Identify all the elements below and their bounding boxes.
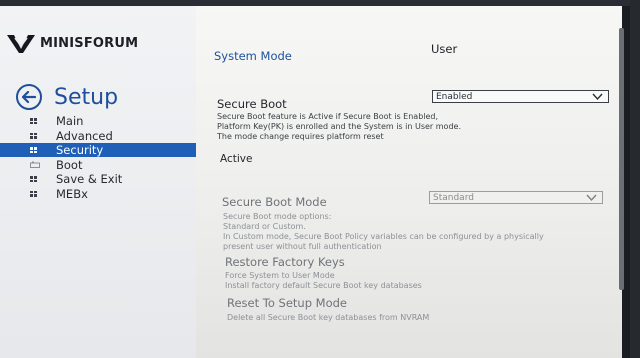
secure-boot-label: Secure Boot (217, 97, 287, 111)
arrow-left-icon (22, 91, 36, 103)
sidebar: MINISFORUM Setup Main Advanced Security (0, 6, 196, 358)
secure-boot-status: Active (220, 153, 253, 165)
brand-logo: MINISFORUM (6, 32, 138, 54)
nav-item-security[interactable]: Security (0, 143, 196, 157)
system-mode-value: User (431, 42, 458, 56)
help-line: Standard or Custom. (223, 222, 306, 231)
reset-to-setup-mode-help: Delete all Secure Boot key databases fro… (227, 313, 429, 323)
help-line: Secure Boot feature is Active if Secure … (217, 112, 439, 121)
help-line: The mode change requires platform reset (217, 132, 384, 141)
nav-label: Advanced (56, 128, 113, 143)
restore-factory-keys-item[interactable]: Restore Factory Keys (225, 255, 345, 269)
restore-factory-keys-help: Force System to User Mode Install factor… (225, 271, 422, 291)
grid-icon (30, 190, 37, 197)
help-line: present user without full authentication (223, 242, 382, 251)
nav-item-mebx[interactable]: MEBx (0, 187, 196, 201)
chevron-down-icon (592, 93, 603, 101)
boot-icon (30, 161, 40, 168)
nav-label: MEBx (56, 186, 88, 201)
scrollbar[interactable] (619, 28, 624, 290)
help-line: In Custom mode, Secure Boot Policy varia… (223, 232, 544, 241)
chevron-down-icon (586, 194, 597, 202)
setup-title: Setup (54, 84, 119, 110)
reset-to-setup-mode-item[interactable]: Reset To Setup Mode (227, 296, 347, 310)
nav-menu: Main Advanced Security Boot Save & Exit (0, 114, 196, 201)
secure-boot-select[interactable]: Enabled (432, 90, 609, 103)
secure-boot-mode-value: Standard (433, 192, 474, 203)
grid-icon (30, 118, 37, 124)
nav-item-boot[interactable]: Boot (0, 158, 196, 172)
nav-label: Main (56, 114, 84, 128)
grid-icon (30, 147, 37, 153)
grid-icon (30, 176, 37, 182)
nav-label: Security (56, 143, 104, 157)
help-line: Platform Key(PK) is enrolled and the Sys… (217, 122, 461, 131)
nav-item-advanced[interactable]: Advanced (0, 129, 196, 143)
nav-item-main[interactable]: Main (0, 114, 196, 128)
secure-boot-mode-select[interactable]: Standard (429, 191, 603, 204)
grid-icon (30, 132, 37, 139)
secure-boot-mode-label: Secure Boot Mode (222, 195, 327, 209)
nav-label: Save & Exit (56, 172, 123, 186)
help-line: Delete all Secure Boot key databases fro… (227, 313, 430, 322)
secure-boot-mode-help: Secure Boot mode options: Standard or Cu… (223, 212, 544, 252)
setup-header: Setup (16, 84, 118, 110)
help-line: Install factory default Secure Boot key … (225, 281, 422, 290)
screen-bezel-right (630, 0, 640, 358)
secure-boot-value: Enabled (436, 91, 473, 102)
brand-name: MINISFORUM (40, 35, 139, 51)
help-line: Force System to User Mode (225, 271, 335, 280)
back-button[interactable] (16, 84, 42, 110)
secure-boot-help: Secure Boot feature is Active if Secure … (217, 112, 461, 142)
nav-item-save-exit[interactable]: Save & Exit (0, 172, 196, 186)
nav-label: Boot (56, 157, 83, 172)
help-line: Secure Boot mode options: (223, 212, 332, 221)
minisforum-logo-icon (7, 35, 35, 53)
system-mode-label: System Mode (214, 49, 292, 63)
